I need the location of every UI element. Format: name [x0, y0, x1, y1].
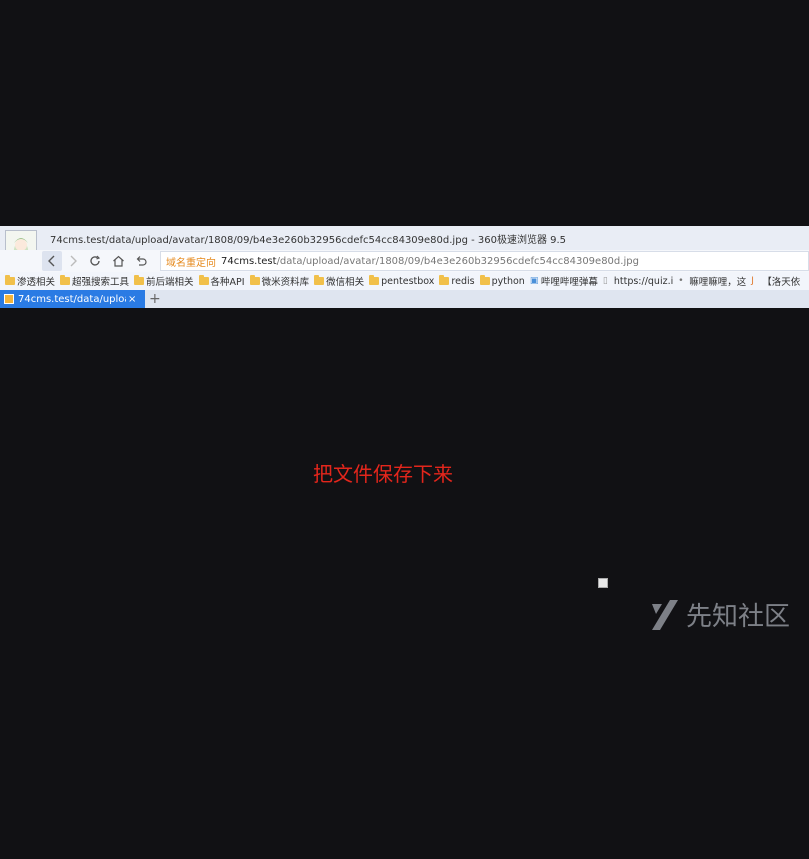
tab-label: 74cms.test/data/upload/avatar/1808/09/b4… — [18, 293, 126, 305]
folder-icon — [134, 275, 145, 285]
bookmark-item[interactable]: python — [479, 275, 525, 287]
navigation-bar: 域名重定向 74cms.test /data/upload/avatar/180… — [0, 250, 809, 272]
page-icon: J — [751, 275, 754, 286]
bookmark-item[interactable]: 微信相关 — [314, 274, 364, 288]
url-host: 74cms.test — [221, 255, 277, 267]
home-button[interactable] — [108, 251, 128, 271]
chevron-right-icon — [70, 255, 77, 267]
chevron-left-icon — [48, 255, 55, 267]
bookmark-item[interactable]: 超强搜索工具 — [60, 274, 129, 288]
undo-icon — [136, 256, 147, 266]
address-bar[interactable]: 域名重定向 74cms.test /data/upload/avatar/180… — [160, 251, 809, 271]
folder-icon — [60, 275, 71, 285]
reload-icon — [90, 255, 101, 266]
logo-mark-icon — [652, 599, 678, 630]
bookmark-item[interactable]: 各种API — [198, 274, 245, 288]
logo-text: 先知社区 — [686, 602, 791, 632]
undo-button[interactable] — [131, 251, 151, 271]
redirect-badge: 域名重定向 — [166, 257, 216, 269]
folder-icon — [479, 275, 490, 285]
folder-icon — [439, 275, 450, 285]
forward-button[interactable] — [63, 251, 83, 271]
tab-favicon-icon — [4, 294, 14, 304]
bookmark-item[interactable]: J 【洛天依 — [751, 274, 800, 288]
new-tab-button[interactable]: + — [149, 290, 161, 308]
bilibili-icon: ▣ — [529, 275, 539, 286]
url-path: /data/upload/avatar/1808/09/b4e3e260b329… — [276, 255, 639, 267]
tab-bar: 74cms.test/data/upload/avatar/1808/09/b4… — [0, 290, 809, 308]
window-title: 74cms.test/data/upload/avatar/1808/09/b4… — [50, 235, 567, 246]
bookmark-item[interactable]: • 嘛哩嘛哩，这 — [678, 274, 746, 288]
bookmark-item[interactable]: redis — [439, 275, 475, 287]
folder-icon — [249, 275, 260, 285]
image-preview — [598, 578, 608, 588]
bookmark-item[interactable]: ▯ https://quiz.i — [603, 276, 673, 287]
reload-button[interactable] — [85, 251, 105, 271]
tab-active[interactable]: 74cms.test/data/upload/avatar/1808/09/b4… — [0, 290, 145, 308]
folder-icon — [5, 275, 15, 285]
folder-icon — [314, 275, 325, 285]
folder-icon — [198, 275, 209, 285]
site-logo: 先知社区 — [650, 596, 790, 633]
face-icon: • — [678, 275, 684, 286]
folder-icon — [369, 275, 380, 285]
bookmark-item[interactable]: 前后端相关 — [134, 274, 194, 288]
bookmark-item[interactable]: pentestbox — [369, 275, 434, 287]
bookmark-item[interactable]: ▣ 哔哩哔哩弹幕 — [530, 274, 598, 288]
bookmark-item[interactable]: 微米资料库 — [249, 274, 309, 288]
title-bar: 74cms.test/data/upload/avatar/1808/09/b4… — [0, 226, 809, 262]
bookmark-item[interactable]: 渗透相关 — [5, 274, 55, 288]
close-tab-icon[interactable]: × — [128, 294, 136, 305]
browser-window: 74cms.test/data/upload/avatar/1808/09/b4… — [0, 226, 809, 308]
annotation-text: 把文件保存下来 — [313, 462, 453, 486]
back-button[interactable] — [42, 251, 62, 271]
home-icon — [112, 255, 124, 267]
bookmarks-bar: 渗透相关 超强搜索工具 前后端相关 各种API 微米资料库 微信相关 pente… — [0, 272, 809, 290]
page-icon: ▯ — [602, 275, 608, 286]
